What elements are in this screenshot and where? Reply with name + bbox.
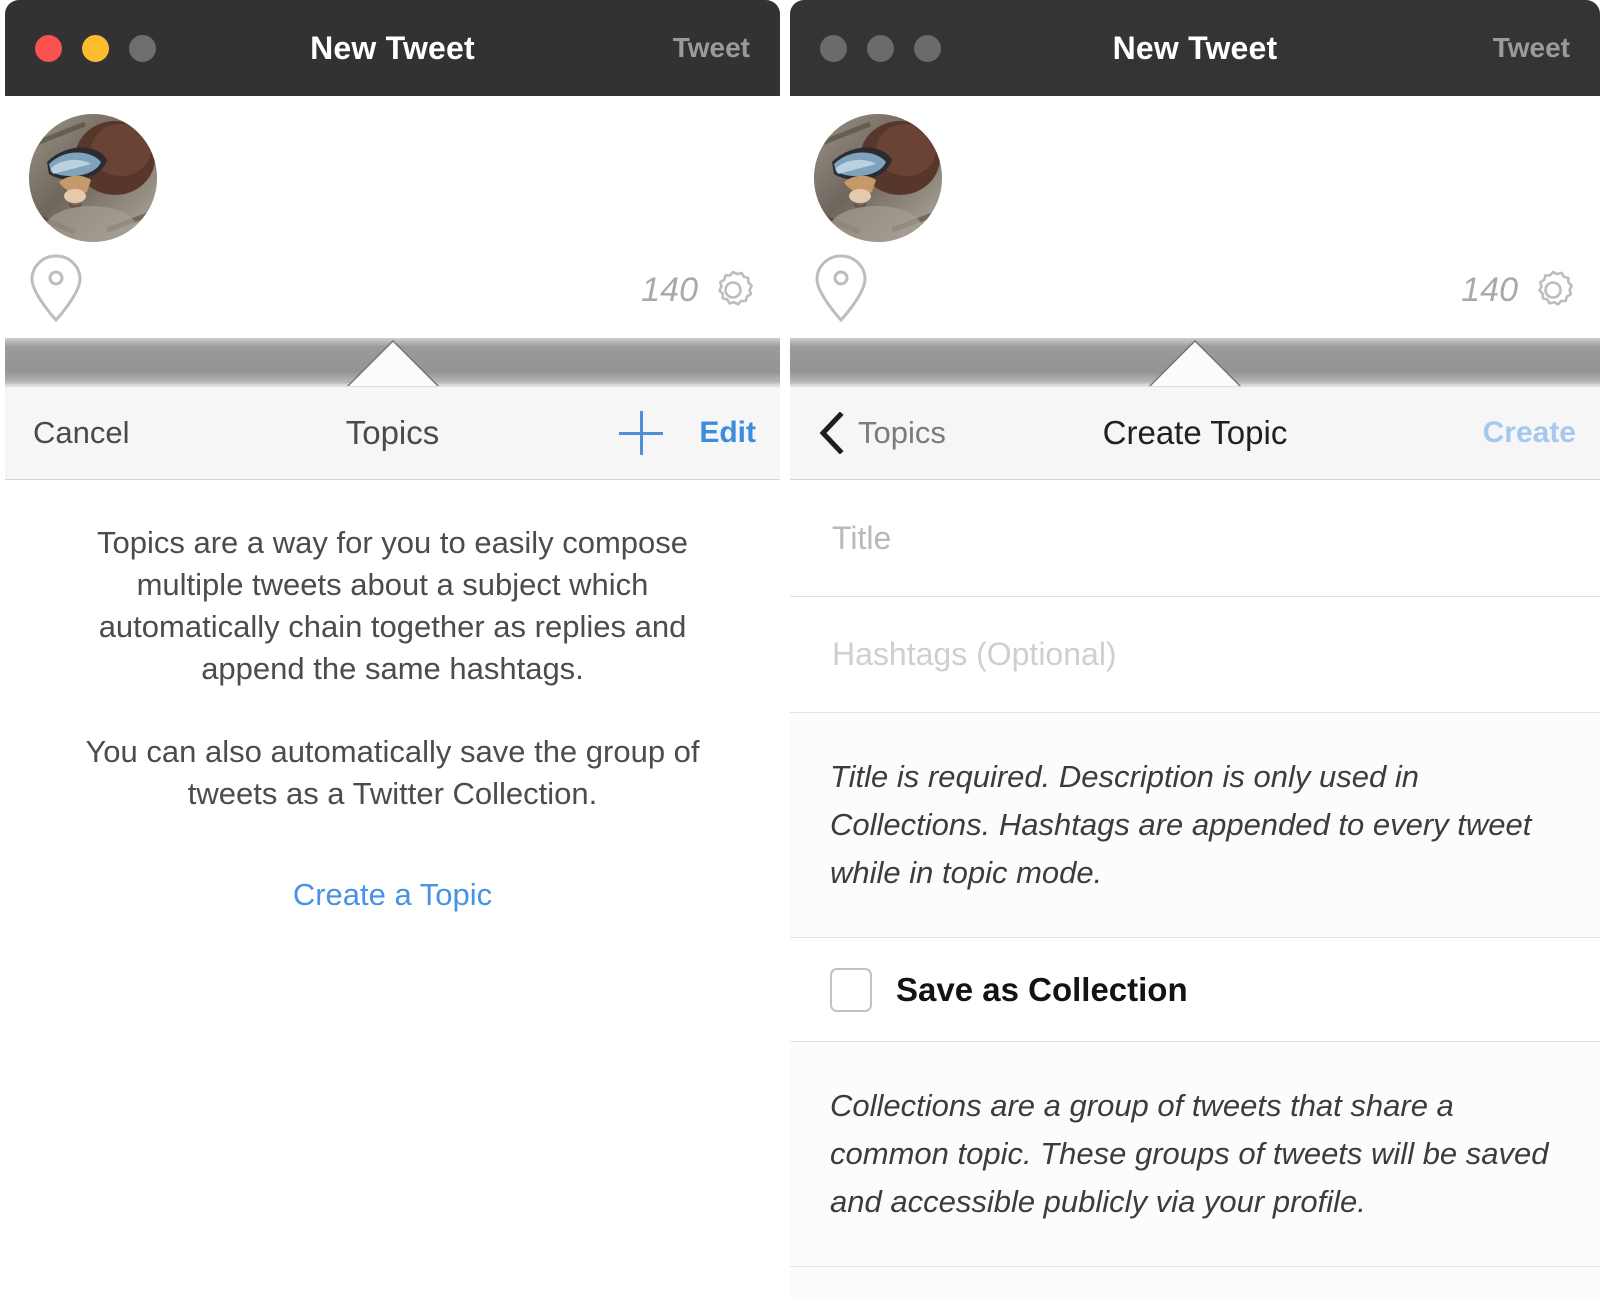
cancel-button[interactable]: Cancel	[33, 415, 130, 451]
chevron-left-icon	[818, 412, 844, 454]
avatar[interactable]	[29, 114, 157, 242]
compose-area-right: 140	[790, 96, 1600, 338]
back-to-topics-button[interactable]: Topics	[818, 412, 946, 454]
hashtags-input[interactable]	[830, 635, 1560, 674]
titlebar-left: New Tweet Tweet	[5, 0, 780, 96]
popover-arrow	[1151, 342, 1239, 386]
create-button[interactable]: Create	[1483, 416, 1576, 450]
compose-area-left: 140	[5, 96, 780, 338]
zoom-button[interactable]	[129, 35, 156, 62]
compose-toolbar-right: 140	[790, 242, 1600, 338]
popover-band-left	[5, 338, 780, 386]
minimize-button[interactable]	[867, 35, 894, 62]
back-label: Topics	[858, 415, 946, 451]
avatar-cat-sunglasses-image	[814, 114, 942, 242]
counter-and-settings: 140	[1461, 267, 1576, 313]
location-pin-icon	[812, 252, 870, 324]
gear-icon[interactable]	[710, 267, 756, 313]
location-pin-icon	[27, 252, 85, 324]
character-counter: 140	[1461, 271, 1518, 310]
save-as-collection-checkbox[interactable]	[830, 968, 872, 1012]
topics-popover: Cancel Topics Edit Topics are a way for …	[5, 386, 780, 1298]
create-a-topic-link[interactable]: Create a Topic	[65, 877, 720, 913]
create-topic-popover: Topics Create Topic Create Title is requ…	[790, 386, 1600, 1298]
avatar-wrapper	[790, 96, 1600, 242]
popover-band-right	[790, 338, 1600, 386]
zoom-button[interactable]	[914, 35, 941, 62]
form-help-note: Title is required. Description is only u…	[790, 712, 1600, 938]
collections-help-note: Collections are a group of tweets that s…	[790, 1042, 1600, 1267]
collections-note: Collections are a group of tweets that s…	[830, 1082, 1560, 1226]
create-topic-header: Topics Create Topic Create	[790, 387, 1600, 480]
titlebar-right: New Tweet Tweet	[790, 0, 1600, 96]
avatar-cat-sunglasses-image	[29, 114, 157, 242]
plus-icon[interactable]	[619, 411, 663, 455]
create-topic-form: Title is required. Description is only u…	[790, 480, 1600, 1298]
window-create-topic: New Tweet Tweet	[790, 0, 1600, 1298]
traffic-lights-left	[35, 35, 156, 62]
save-as-collection-label: Save as Collection	[896, 971, 1188, 1009]
title-input[interactable]	[830, 519, 1560, 558]
topics-description-1: Topics are a way for you to easily compo…	[65, 522, 720, 689]
window-topics-list: New Tweet Tweet	[5, 0, 780, 1298]
title-field-row	[790, 480, 1600, 596]
topics-empty-state: Topics are a way for you to easily compo…	[5, 480, 780, 1298]
compose-toolbar-left: 140	[5, 242, 780, 338]
minimize-button[interactable]	[82, 35, 109, 62]
close-button[interactable]	[35, 35, 62, 62]
location-button[interactable]	[812, 252, 870, 329]
topics-popover-header: Cancel Topics Edit	[5, 387, 780, 480]
title-required-note: Title is required. Description is only u…	[830, 753, 1560, 897]
screenshot-stage: New Tweet Tweet	[0, 0, 1600, 1298]
location-button[interactable]	[27, 252, 85, 329]
topics-header-actions: Edit	[619, 411, 756, 455]
character-counter: 140	[641, 271, 698, 310]
avatar-wrapper	[5, 96, 780, 242]
counter-and-settings: 140	[641, 267, 756, 313]
traffic-lights-right	[820, 35, 941, 62]
create-topic-actions: Create	[1483, 416, 1576, 450]
tweet-button[interactable]: Tweet	[673, 32, 750, 64]
gear-icon[interactable]	[1530, 267, 1576, 313]
tweet-button[interactable]: Tweet	[1493, 32, 1570, 64]
save-as-collection-row[interactable]: Save as Collection	[790, 938, 1600, 1042]
popover-arrow	[349, 342, 437, 386]
close-button[interactable]	[820, 35, 847, 62]
edit-button[interactable]: Edit	[699, 416, 756, 450]
avatar[interactable]	[814, 114, 942, 242]
topics-description-2: You can also automatically save the grou…	[65, 731, 720, 815]
hashtags-field-row	[790, 596, 1600, 712]
